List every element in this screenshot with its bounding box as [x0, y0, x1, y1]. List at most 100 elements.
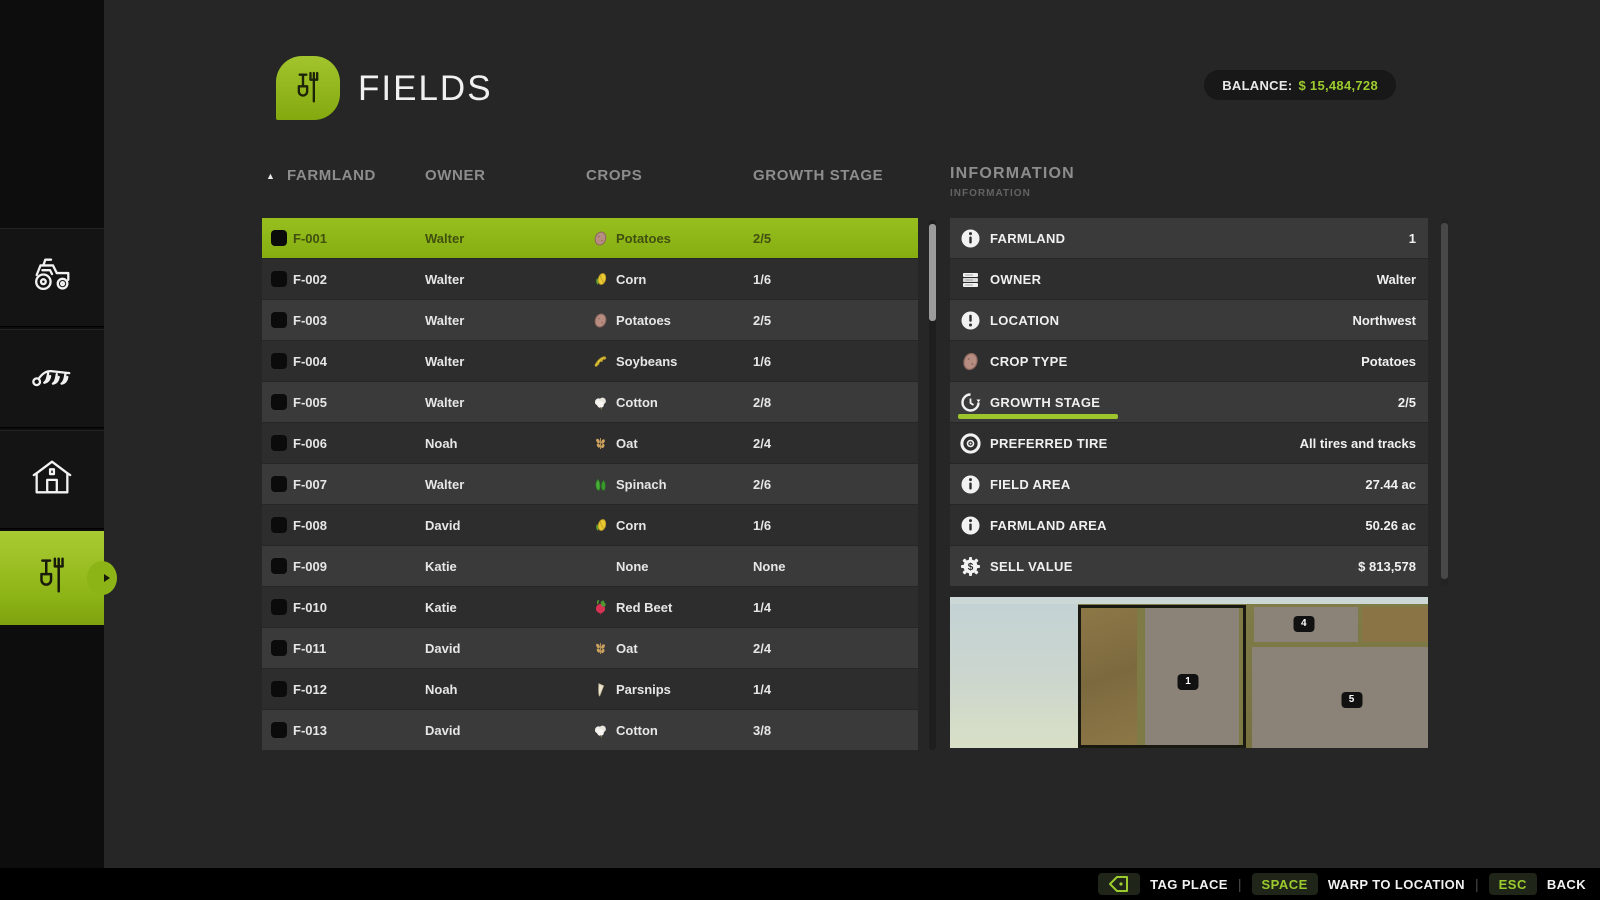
row-checkbox[interactable] [271, 435, 287, 451]
table-row[interactable]: F-011DavidOat2/4 [262, 628, 918, 668]
key-hint-warp-to-location[interactable]: SPACEWARP TO LOCATION [1252, 873, 1465, 895]
table-row[interactable]: F-002WalterCorn1/6 [262, 259, 918, 299]
hint-separator: | [1238, 876, 1242, 892]
info-row: LOCATIONNorthwest [950, 300, 1428, 340]
info-scrollbar[interactable] [1441, 218, 1448, 586]
info-label: FARMLAND [990, 231, 1065, 246]
sidebar-item-implements[interactable] [0, 329, 104, 428]
crop-name: Potatoes [616, 231, 671, 246]
balance-badge: BALANCE: $ 15,484,728 [1204, 70, 1396, 100]
crop-name: None [616, 559, 649, 574]
info-label: CROP TYPE [990, 354, 1068, 369]
growth-stage: 2/4 [753, 436, 771, 451]
farmland-id: F-011 [293, 641, 326, 656]
key-hint-back[interactable]: ESC BACK [1489, 873, 1586, 895]
sort-arrow-icon: ▲ [266, 171, 275, 181]
page-title: FIELDS [358, 69, 493, 109]
hint-label: BACK [1547, 877, 1586, 892]
table-row[interactable]: F-007WalterSpinach2/6 [262, 464, 918, 504]
table-row[interactable]: F-009KatieNoneNone [262, 546, 918, 586]
row-checkbox[interactable] [271, 722, 287, 738]
farmland-id: F-002 [293, 272, 327, 287]
row-checkbox[interactable] [271, 558, 287, 574]
oat-icon [592, 435, 609, 452]
row-checkbox[interactable] [271, 312, 287, 328]
tractor-icon [29, 252, 75, 303]
row-checkbox[interactable] [271, 681, 287, 697]
owner-name: Noah [425, 682, 458, 697]
table-row[interactable]: F-010KatieRed Beet1/4 [262, 587, 918, 627]
row-checkbox[interactable] [271, 394, 287, 410]
potato-icon [960, 351, 981, 372]
info-label: PREFERRED TIRE [990, 436, 1108, 451]
owner-name: David [425, 518, 460, 533]
map-field-badge[interactable]: 4 [1293, 616, 1314, 632]
growth-stage: 2/6 [753, 477, 771, 492]
redbeet-icon [592, 599, 609, 616]
info-panel: FARMLAND1OWNERWalterLOCATIONNorthwestCRO… [950, 218, 1428, 587]
table-row[interactable]: F-003WalterPotatoes2/5 [262, 300, 918, 340]
crop-name: Cotton [616, 723, 658, 738]
owner-stack-icon [960, 269, 981, 290]
table-row[interactable]: F-013DavidCotton3/8 [262, 710, 918, 750]
growth-stage: 2/8 [753, 395, 771, 410]
farmland-id: F-001 [293, 231, 327, 246]
table-scrollbar-thumb[interactable] [929, 224, 936, 321]
farmland-id: F-012 [293, 682, 327, 697]
crop-name: Parsnips [616, 682, 671, 697]
farmland-id: F-003 [293, 313, 327, 328]
crop-cell: Corn [592, 517, 646, 534]
owner-name: Katie [425, 559, 457, 574]
alert-circle-icon [960, 310, 981, 331]
row-checkbox[interactable] [271, 353, 287, 369]
key-hint-tag-place[interactable]: TAG PLACE [1098, 873, 1228, 895]
row-checkbox[interactable] [271, 599, 287, 615]
key-esc[interactable]: ESC [1489, 873, 1537, 895]
info-value: 27.44 ac [1365, 477, 1416, 492]
sidebar-item-buildings[interactable] [0, 430, 104, 529]
growth-progress-bar [958, 414, 1118, 419]
growth-stage: 1/6 [753, 272, 771, 287]
table-row[interactable]: F-008DavidCorn1/6 [262, 505, 918, 545]
row-checkbox[interactable] [271, 271, 287, 287]
crop-cell: Parsnips [592, 681, 671, 698]
fields-page-icon [276, 56, 340, 120]
crop-cell: Spinach [592, 476, 667, 493]
info-label: FARMLAND AREA [990, 518, 1107, 533]
map-field-badge[interactable]: 1 [1178, 674, 1199, 690]
sidebar-item-vehicles[interactable] [0, 228, 104, 327]
info-label: LOCATION [990, 313, 1059, 328]
row-checkbox[interactable] [271, 476, 287, 492]
soybean-icon [592, 353, 609, 370]
farmland-id: F-010 [293, 600, 327, 615]
growth-stage: 1/4 [753, 682, 771, 697]
map-field-badge[interactable]: 5 [1341, 692, 1362, 708]
row-checkbox[interactable] [271, 517, 287, 533]
column-header-crops[interactable]: CROPS [586, 167, 642, 184]
corn-icon [592, 517, 609, 534]
column-header-owner[interactable]: OWNER [425, 167, 486, 184]
parsnip-icon [592, 681, 609, 698]
tag-icon[interactable] [1098, 873, 1140, 895]
row-checkbox[interactable] [271, 230, 287, 246]
table-row[interactable]: F-001WalterPotatoes2/5 [262, 218, 918, 258]
column-header-growth-stage[interactable]: GROWTH STAGE [753, 167, 883, 184]
row-checkbox[interactable] [271, 640, 287, 656]
field-minimap[interactable]: 1 4 5 [950, 597, 1428, 748]
key-space[interactable]: SPACE [1252, 873, 1318, 895]
map-plowed-strip [1081, 608, 1137, 745]
sidebar-item-fields[interactable] [0, 531, 104, 625]
info-scrollbar-thumb[interactable] [1441, 223, 1448, 579]
growth-stage: 1/4 [753, 600, 771, 615]
crop-name: Corn [616, 518, 646, 533]
crop-name: Corn [616, 272, 646, 287]
info-label: GROWTH STAGE [990, 395, 1100, 410]
crop-cell: Red Beet [592, 599, 672, 616]
table-row[interactable]: F-005WalterCotton2/8 [262, 382, 918, 422]
crop-name: Soybeans [616, 354, 677, 369]
table-row[interactable]: F-012 Noah Parsnips 1/4 [262, 669, 918, 709]
table-scrollbar[interactable] [929, 220, 936, 750]
table-row[interactable]: F-006NoahOat2/4 [262, 423, 918, 463]
column-header-farmland[interactable]: FARMLAND [287, 167, 376, 184]
table-row[interactable]: F-004WalterSoybeans1/6 [262, 341, 918, 381]
